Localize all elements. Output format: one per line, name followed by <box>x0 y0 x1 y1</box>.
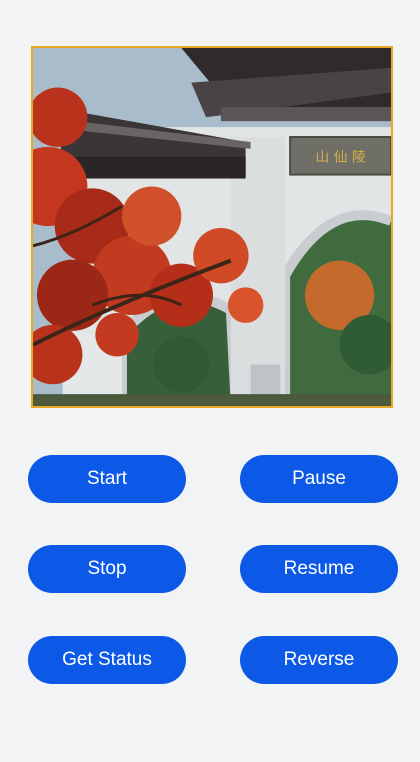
get-status-button[interactable]: Get Status <box>28 636 186 684</box>
sign-text: 山 仙 陵 <box>315 150 365 166</box>
start-button[interactable]: Start <box>28 455 186 503</box>
reverse-button[interactable]: Reverse <box>240 636 398 684</box>
gate-photo-icon: 山 仙 陵 <box>33 48 391 406</box>
pause-button[interactable]: Pause <box>240 455 398 503</box>
animated-image: 山 仙 陵 <box>31 46 393 408</box>
resume-button[interactable]: Resume <box>240 545 398 593</box>
stop-button[interactable]: Stop <box>28 545 186 593</box>
